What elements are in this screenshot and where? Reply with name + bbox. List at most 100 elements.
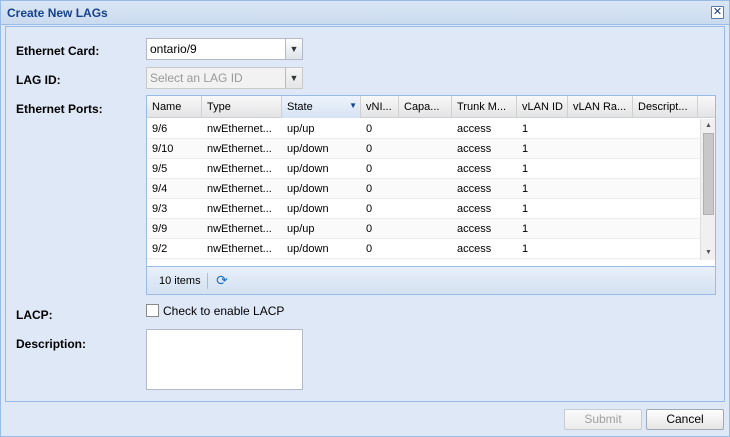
column-header-type[interactable]: Type <box>202 96 282 118</box>
table-cell: up/down <box>287 203 329 215</box>
table-row[interactable]: 9/5 nwEthernet... up/down 0 access 1 <box>147 159 700 179</box>
table-row[interactable]: 9/3 nwEthernet... up/down 0 access 1 <box>147 199 700 219</box>
grid-paging-toolbar: 10 items ⟳ <box>147 266 715 294</box>
table-cell <box>633 199 698 219</box>
table-cell: 1 <box>517 259 568 260</box>
table-cell: 9/6 <box>152 123 168 135</box>
table-cell <box>399 239 452 259</box>
table-cell: access <box>457 183 492 195</box>
table-cell <box>633 239 698 259</box>
table-cell: up/down <box>287 183 329 195</box>
grid-header: Name Type State ▼ vNI... Capa... Trunk M… <box>147 96 715 118</box>
ethernet-ports-grid: Name Type State ▼ vNI... Capa... Trunk M… <box>146 95 716 295</box>
table-cell: nwEthernet... <box>207 243 272 255</box>
table-cell <box>633 139 698 159</box>
chevron-down-icon[interactable]: ▼ <box>285 68 302 88</box>
sort-down-icon[interactable]: ▼ <box>349 101 357 110</box>
table-cell: nwEthernet... <box>207 223 272 235</box>
lag-id-placeholder: Select an LAG ID <box>150 71 243 85</box>
column-header-state-label: State <box>287 101 313 113</box>
table-cell: access <box>457 223 492 235</box>
table-cell: nwEthernet... <box>202 259 282 260</box>
table-cell: access <box>457 243 492 255</box>
lacp-label: LACP: <box>16 308 53 322</box>
table-row[interactable]: 9/6 nwEthernet... up/up 0 access 1 <box>147 119 700 139</box>
table-cell: up/up <box>287 123 315 135</box>
table-cell: 0 <box>361 259 399 260</box>
table-cell <box>568 199 633 219</box>
lacp-checkbox[interactable] <box>146 304 159 317</box>
cancel-button[interactable]: Cancel <box>646 409 724 430</box>
table-cell: 9/3 <box>152 203 168 215</box>
grid-vertical-scrollbar[interactable]: ▲ ▼ <box>700 119 715 260</box>
table-cell <box>633 259 698 260</box>
table-cell: up/down <box>287 143 329 155</box>
table-cell: access <box>452 259 517 260</box>
table-cell: up/down <box>282 259 361 260</box>
scroll-down-icon[interactable]: ▼ <box>701 246 716 260</box>
table-cell: access <box>457 203 492 215</box>
scroll-thumb[interactable] <box>703 133 714 215</box>
column-header-vni[interactable]: vNI... <box>361 96 399 118</box>
table-cell <box>633 119 698 139</box>
submit-button[interactable]: Submit <box>564 409 642 430</box>
table-cell: 0 <box>366 183 373 195</box>
table-cell: up/up <box>287 223 315 235</box>
dialog-title: Create New LAGs <box>7 6 108 20</box>
table-cell: access <box>457 123 492 135</box>
table-cell: 9/5 <box>152 163 168 175</box>
table-cell <box>568 239 633 259</box>
description-label: Description: <box>16 337 87 351</box>
table-cell <box>399 139 452 159</box>
column-header-capacity[interactable]: Capa... <box>399 96 452 118</box>
column-header-description[interactable]: Descript... <box>633 96 698 118</box>
table-cell <box>399 119 452 139</box>
table-cell: nwEthernet... <box>207 123 272 135</box>
table-cell: 0 <box>366 143 373 155</box>
table-cell: 1 <box>522 183 529 195</box>
table-row[interactable]: 9/10 nwEthernet... up/down 0 access 1 <box>147 139 700 159</box>
table-cell <box>568 179 633 199</box>
table-cell: access <box>457 163 492 175</box>
lag-id-select[interactable]: Select an LAG ID ▼ <box>146 67 303 89</box>
ethernet-card-select[interactable]: ontario/9 ▼ <box>146 38 303 60</box>
table-cell <box>568 219 633 239</box>
lag-id-label: LAG ID: <box>16 73 61 87</box>
column-header-vlan-id[interactable]: vLAN ID <box>517 96 568 118</box>
table-cell: nwEthernet... <box>207 143 272 155</box>
column-header-name[interactable]: Name <box>147 96 202 118</box>
table-cell: 1 <box>522 223 529 235</box>
table-cell: 0 <box>366 223 373 235</box>
table-cell: up/down <box>287 243 329 255</box>
table-cell <box>399 259 452 260</box>
column-header-vlan-range[interactable]: vLAN Ra... <box>568 96 633 118</box>
item-count: 10 items <box>159 275 201 287</box>
chevron-down-icon[interactable]: ▼ <box>285 39 302 59</box>
table-cell <box>399 159 452 179</box>
dialog-titlebar[interactable]: Create New LAGs ✕ <box>1 1 729 25</box>
table-row[interactable]: 9/9 nwEthernet... up/up 0 access 1 <box>147 219 700 239</box>
table-row[interactable]: 9/8nwEthernet...up/down0 access1 <box>147 259 700 260</box>
scroll-up-icon[interactable]: ▲ <box>701 119 716 133</box>
column-header-state[interactable]: State ▼ <box>282 96 361 118</box>
table-row[interactable]: 9/4 nwEthernet... up/down 0 access 1 <box>147 179 700 199</box>
table-cell: nwEthernet... <box>207 183 272 195</box>
table-cell: 0 <box>366 243 373 255</box>
table-cell <box>399 199 452 219</box>
toolbar-separator <box>207 273 208 289</box>
table-row[interactable]: 9/2 nwEthernet... up/down 0 access 1 <box>147 239 700 259</box>
description-textarea[interactable] <box>146 329 303 390</box>
ethernet-card-label: Ethernet Card: <box>16 44 100 58</box>
table-cell: 0 <box>366 123 373 135</box>
close-icon[interactable]: ✕ <box>711 6 724 19</box>
refresh-icon[interactable]: ⟳ <box>214 272 230 288</box>
table-cell <box>399 219 452 239</box>
create-lag-dialog: Create New LAGs ✕ Ethernet Card: ontario… <box>0 0 730 437</box>
column-header-trunk-mode[interactable]: Trunk M... <box>452 96 517 118</box>
grid-body: 9/6 nwEthernet... up/up 0 access 1 9/10 nwEther… <box>147 119 700 260</box>
ethernet-card-value: ontario/9 <box>150 42 197 56</box>
table-cell: 1 <box>522 143 529 155</box>
table-cell: 1 <box>522 203 529 215</box>
table-cell <box>633 159 698 179</box>
lacp-checkbox-label[interactable]: Check to enable LACP <box>163 304 284 318</box>
